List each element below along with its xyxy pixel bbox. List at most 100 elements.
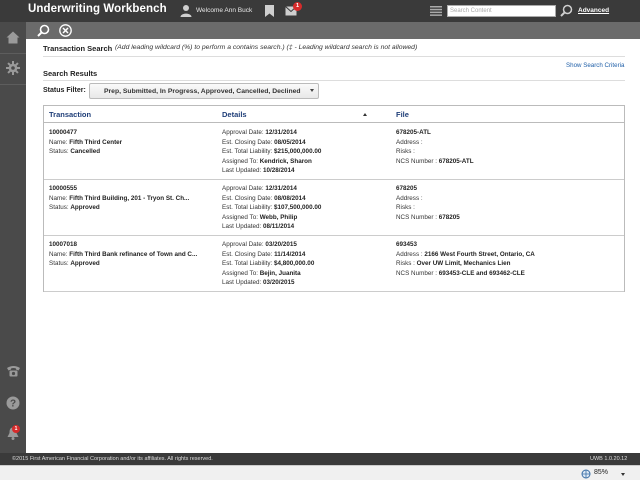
table-row[interactable]: 10000477 Name: Fifth Third Center Status… bbox=[44, 124, 624, 180]
status-filter-label: Status Filter: bbox=[43, 87, 86, 94]
search-results-title: Search Results bbox=[43, 69, 98, 78]
user-icon[interactable] bbox=[180, 4, 192, 17]
version-text: UWB 1.0.20.12 bbox=[590, 456, 628, 462]
ncs-number: 678205 bbox=[438, 213, 460, 221]
top-bar: Underwriting Workbench Welcome Ann Buck … bbox=[0, 0, 640, 22]
field-label: Name: bbox=[49, 194, 68, 202]
search-icon[interactable] bbox=[37, 24, 50, 37]
contact-button[interactable] bbox=[0, 358, 26, 384]
file-risks: Over UW Limit, Mechanics Lien bbox=[416, 260, 511, 267]
table-header: Transaction Details File bbox=[44, 106, 624, 123]
table-row[interactable]: 10000555 Name: Fifth Third Building, 201… bbox=[44, 180, 624, 236]
close-icon[interactable] bbox=[59, 24, 72, 37]
field-label: Est. Total Liability: bbox=[222, 204, 273, 211]
column-header-transaction[interactable]: Transaction bbox=[49, 110, 91, 119]
approval-date: 12/31/2014 bbox=[265, 185, 297, 192]
file-cell: 678205 Address : Risks : NCS Number : 67… bbox=[396, 185, 460, 223]
details-cell: Approval Date: 03/20/2015 Est. Closing D… bbox=[222, 241, 314, 289]
zoom-icon[interactable] bbox=[581, 469, 591, 479]
field-label: Assigned To: bbox=[222, 269, 258, 277]
zoom-level: 85% bbox=[594, 469, 609, 476]
rail-divider bbox=[0, 53, 26, 54]
gear-icon bbox=[6, 61, 20, 75]
field-label: Approval Date: bbox=[222, 129, 264, 136]
help-button[interactable]: ? bbox=[0, 390, 26, 416]
transaction-name: Fifth Third Bank refinance of Town and C… bbox=[69, 250, 198, 258]
transaction-cell: 10000477 Name: Fifth Third Center Status… bbox=[49, 129, 122, 158]
last-updated: 10/28/2014 bbox=[262, 167, 295, 174]
file-number[interactable]: 693453 bbox=[396, 241, 417, 248]
closing-date: 08/08/2014 bbox=[274, 194, 306, 202]
notifications-button[interactable] bbox=[0, 420, 26, 446]
file-number[interactable]: 678205 bbox=[396, 185, 417, 192]
details-cell: Approval Date: 12/31/2014 Est. Closing D… bbox=[222, 185, 321, 233]
file-address: 2166 West Fourth Street, Ontario, CA bbox=[424, 250, 535, 258]
ncs-number: 678205-ATL bbox=[438, 157, 474, 165]
field-label: Last Updated: bbox=[222, 223, 262, 230]
transaction-status: Approved bbox=[70, 260, 100, 267]
svg-text:?: ? bbox=[10, 399, 16, 410]
list-icon[interactable] bbox=[430, 6, 442, 16]
footer: ©2015 First American Financial Corporati… bbox=[0, 453, 640, 465]
search-hint: (Add leading wildcard (%) to perform a c… bbox=[115, 44, 418, 51]
search-icon[interactable] bbox=[560, 4, 573, 17]
file-number[interactable]: 678205-ATL bbox=[396, 129, 431, 136]
field-label: Name: bbox=[49, 138, 68, 146]
field-label: Est. Closing Date: bbox=[222, 138, 273, 146]
last-updated: 08/11/2014 bbox=[262, 223, 295, 230]
results-table: Transaction Details File 10000477 Name: … bbox=[43, 105, 625, 292]
transaction-search-title: Transaction Search bbox=[43, 44, 113, 53]
show-search-criteria-link[interactable]: Show Search Criteria bbox=[566, 62, 624, 69]
home-icon bbox=[6, 31, 20, 43]
transaction-id[interactable]: 10007018 bbox=[49, 241, 77, 248]
content-search-input[interactable]: Search Content bbox=[447, 5, 556, 17]
assigned-to: Webb, Philip bbox=[259, 213, 298, 221]
home-button[interactable] bbox=[0, 24, 26, 50]
ncs-number: 693453-CLE and 693462-CLE bbox=[438, 269, 525, 277]
field-label: Last Updated: bbox=[222, 279, 262, 286]
advanced-search-link[interactable]: Advanced bbox=[578, 7, 609, 14]
transaction-cell: 10007018 Name: Fifth Third Bank refinanc… bbox=[49, 241, 197, 270]
field-label: Status: bbox=[49, 204, 69, 211]
last-updated: 03/20/2015 bbox=[262, 279, 295, 286]
column-header-file[interactable]: File bbox=[396, 110, 409, 119]
field-label: Assigned To: bbox=[222, 213, 258, 221]
field-label: Status: bbox=[49, 148, 69, 155]
closing-date: 11/14/2014 bbox=[274, 250, 306, 258]
details-cell: Approval Date: 12/31/2014 Est. Closing D… bbox=[222, 129, 321, 177]
mail-count-badge: 1 bbox=[293, 2, 302, 11]
help-icon: ? bbox=[6, 396, 20, 410]
approval-date: 12/31/2014 bbox=[265, 129, 297, 136]
transaction-id[interactable]: 10000555 bbox=[49, 185, 77, 192]
column-header-details[interactable]: Details bbox=[222, 110, 247, 119]
total-liability: $215,000,000.00 bbox=[274, 148, 322, 155]
app-title: Underwriting Workbench bbox=[28, 3, 167, 15]
field-label: Est. Closing Date: bbox=[222, 194, 273, 202]
approval-date: 03/20/2015 bbox=[265, 241, 297, 248]
welcome-text: Welcome Ann Buck bbox=[196, 7, 253, 14]
notification-count-badge: 1 bbox=[12, 425, 20, 433]
table-row[interactable]: 10007018 Name: Fifth Third Bank refinanc… bbox=[44, 236, 624, 292]
bookmark-icon[interactable] bbox=[265, 5, 274, 17]
transaction-name: Fifth Third Center bbox=[69, 138, 123, 146]
closing-date: 08/05/2014 bbox=[274, 138, 306, 146]
chevron-down-icon[interactable] bbox=[310, 89, 314, 92]
left-rail: ? 1 bbox=[0, 22, 26, 453]
chevron-down-icon[interactable] bbox=[621, 473, 625, 476]
sort-ascending-icon[interactable] bbox=[363, 113, 367, 116]
settings-button[interactable] bbox=[0, 55, 26, 81]
transaction-id[interactable]: 10000477 bbox=[49, 129, 77, 136]
transaction-cell: 10000555 Name: Fifth Third Building, 201… bbox=[49, 185, 189, 214]
field-label: NCS Number : bbox=[396, 157, 437, 165]
field-label: Address : bbox=[396, 138, 423, 146]
field-label: Assigned To: bbox=[222, 157, 258, 165]
search-toolbar bbox=[26, 22, 640, 39]
status-filter-select[interactable]: Prep, Submitted, In Progress, Approved, … bbox=[89, 83, 319, 99]
assigned-to: Kendrick, Sharon bbox=[259, 157, 312, 165]
field-label: Risks : bbox=[396, 204, 415, 211]
rail-divider bbox=[0, 84, 26, 85]
phone-icon bbox=[6, 366, 20, 377]
field-label: NCS Number : bbox=[396, 269, 437, 277]
field-label: Status: bbox=[49, 260, 69, 267]
copyright-text: ©2015 First American Financial Corporati… bbox=[12, 456, 213, 462]
